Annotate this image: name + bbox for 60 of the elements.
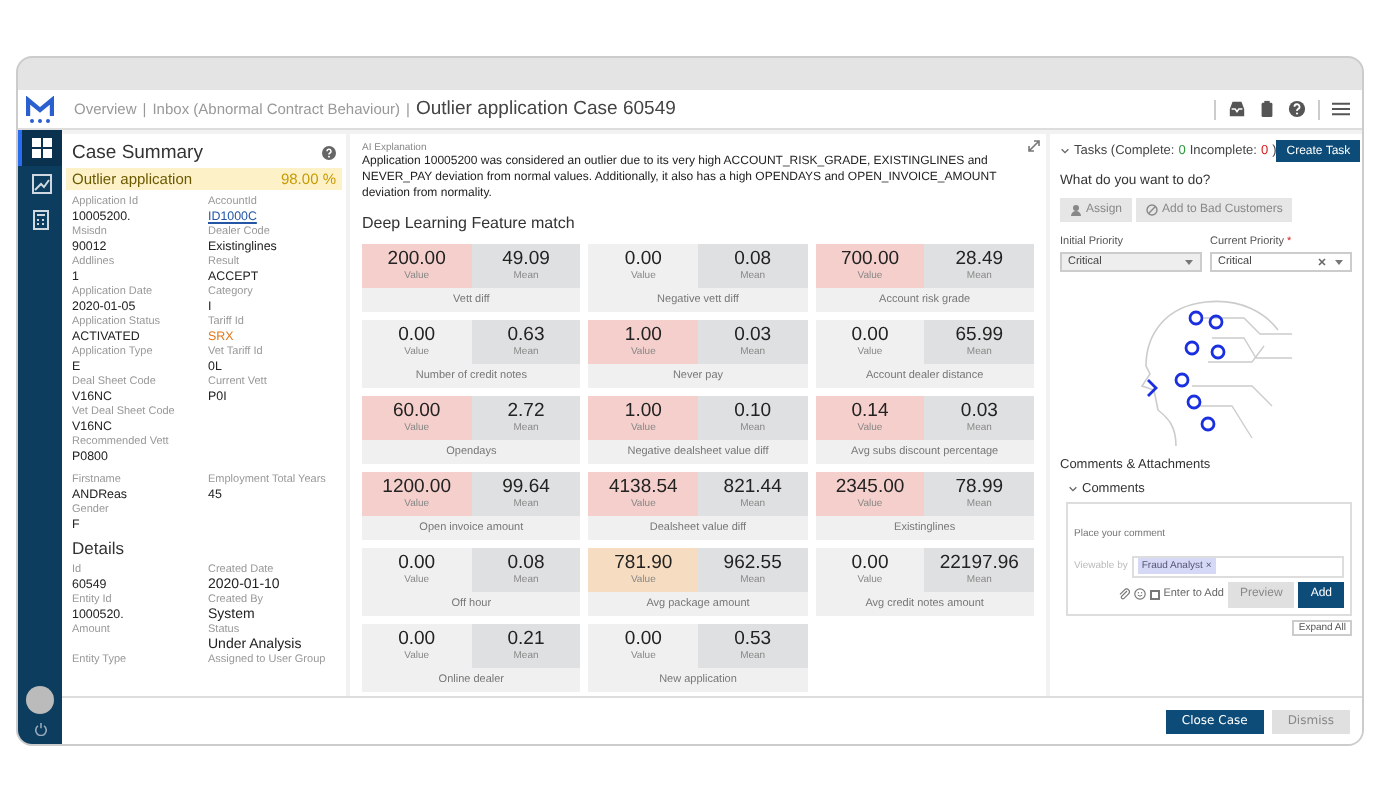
mean-number: 0.08	[507, 554, 545, 574]
paperclip-icon[interactable]	[1117, 588, 1130, 600]
mean-number: 78.99	[955, 478, 1004, 498]
section-title: Details	[72, 538, 126, 558]
value-number: 4138.54	[608, 478, 678, 498]
mean-number: 28.49	[955, 250, 1004, 270]
value-number: 0.00	[851, 326, 889, 346]
value-number: 60.00	[392, 402, 441, 422]
mean-number: 65.99	[955, 326, 1004, 346]
value-number: 1.00	[624, 326, 662, 346]
logo-icon	[26, 95, 54, 123]
value-number: 0.00	[851, 554, 889, 574]
mean-number: 2.72	[507, 402, 545, 422]
mean-number: 0.53	[734, 630, 772, 650]
chevron-icon[interactable]	[1068, 484, 1078, 494]
mean-number: 0.03	[960, 402, 998, 422]
page-title: Outlier application Case 60549	[415, 98, 676, 120]
value-number: 0.14	[851, 402, 889, 422]
panel-title: Case Summary	[72, 142, 203, 164]
checkbox[interactable]	[1149, 589, 1160, 599]
mean-number: 49.09	[502, 250, 550, 270]
value-number: 0.00	[398, 554, 436, 574]
value-number: 2345.00	[835, 478, 905, 498]
value-number: 0.00	[398, 326, 436, 346]
value-number: 0.00	[398, 630, 436, 650]
chevron-icon[interactable]	[1060, 146, 1070, 156]
mean-number: 0.21	[507, 630, 545, 650]
section-title: Deep Learning Feature match	[362, 214, 577, 232]
mean-number: 0.08	[734, 250, 772, 270]
mean-number: 0.03	[734, 326, 772, 346]
smiley-icon[interactable]	[1133, 588, 1146, 600]
mean-number: 0.63	[507, 326, 545, 346]
clipboard-icon[interactable]	[1258, 100, 1276, 118]
value-number: 1.00	[624, 402, 662, 422]
value-number: 700.00	[840, 250, 900, 270]
value-number: 0.00	[624, 250, 662, 270]
ban-icon	[1146, 204, 1159, 216]
chart-icon[interactable]	[32, 174, 52, 194]
mean-number: 821.44	[723, 478, 782, 498]
power-icon[interactable]	[33, 722, 47, 736]
value-number: 0.00	[624, 630, 662, 650]
value-number: 781.90	[614, 554, 673, 574]
caret-icon	[1184, 258, 1194, 266]
inbox-icon[interactable]	[1228, 100, 1246, 118]
person-icon	[1070, 204, 1082, 216]
avatar-icon[interactable]	[26, 686, 54, 714]
value-number: 200.00	[387, 250, 446, 270]
value-number: 1200.00	[382, 478, 451, 498]
calculator-icon[interactable]	[32, 210, 52, 230]
mean-number: 0.10	[734, 402, 772, 422]
caret-icon	[1334, 258, 1344, 266]
expand-icon[interactable]	[1028, 140, 1040, 152]
menu-icon[interactable]	[1332, 100, 1350, 118]
clear-icon[interactable]	[1318, 258, 1326, 266]
help-icon[interactable]	[322, 146, 336, 160]
grid-icon[interactable]	[32, 138, 52, 158]
mean-number: 962.55	[723, 554, 782, 574]
mean-number: 99.64	[502, 478, 550, 498]
mean-number: 22197.96	[939, 554, 1019, 574]
help-icon[interactable]	[1288, 100, 1306, 118]
